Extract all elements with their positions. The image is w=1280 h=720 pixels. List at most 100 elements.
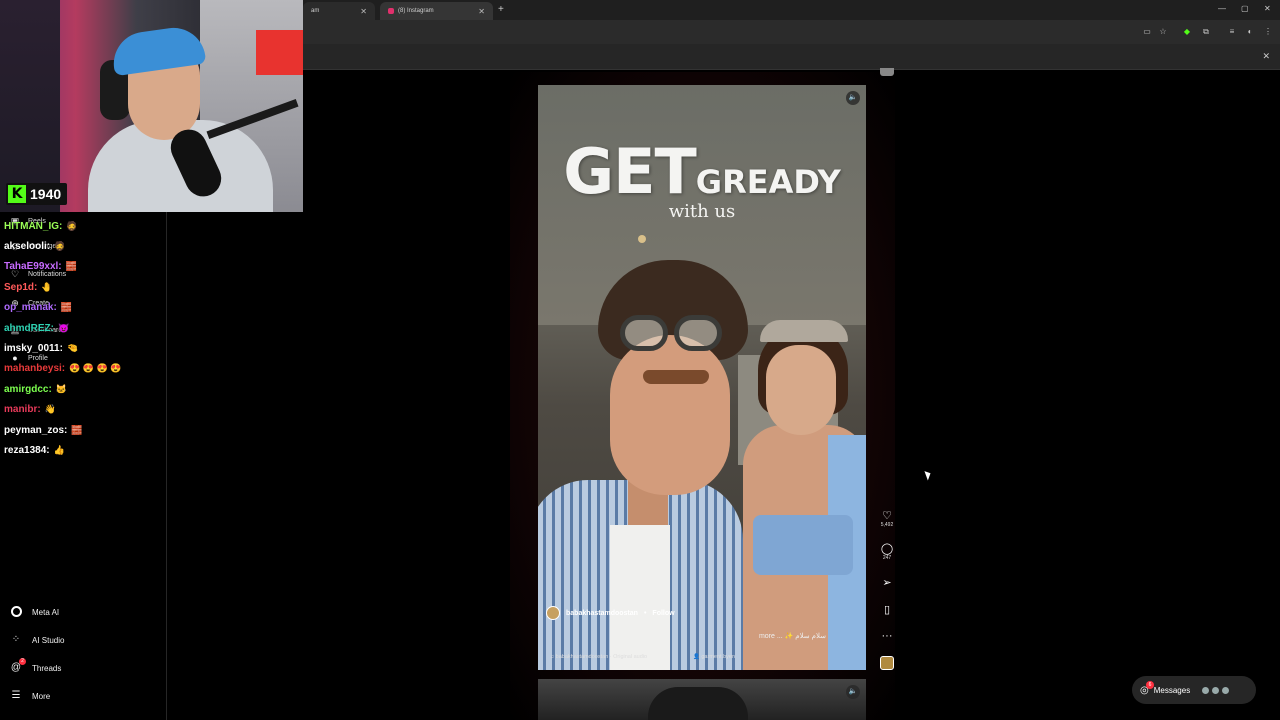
chat-emotes: 🐱 bbox=[55, 383, 68, 394]
messages-label: Messages bbox=[1153, 685, 1191, 695]
chat-message: amirgdcc: 🐱 bbox=[4, 379, 204, 399]
window-close-button[interactable]: ✕ bbox=[1264, 4, 1271, 13]
share-button[interactable]: ➢ bbox=[876, 577, 898, 589]
author-avatar[interactable] bbox=[546, 606, 560, 620]
chat-message: imsky_0011: 🤏 bbox=[4, 338, 204, 358]
reel-tagged-user[interactable]: 👤 garment.byen bbox=[693, 654, 735, 660]
reel-title-big: GET bbox=[563, 135, 697, 208]
mouse-cursor-icon bbox=[924, 469, 933, 481]
threads-icon: @2 bbox=[10, 658, 26, 674]
chat-emotes: 👋 bbox=[44, 404, 56, 415]
browser-menu-icon[interactable]: ⋮ bbox=[1263, 27, 1273, 37]
chat-message: peyman_zos: 🧱 bbox=[4, 420, 204, 440]
send-icon: ➢ bbox=[882, 577, 892, 589]
messages-pill[interactable]: ◎ 6 Messages bbox=[1132, 676, 1256, 704]
tab-label: (8) Instagram bbox=[398, 8, 434, 14]
reel-author: babakhastamdoostan • Follow bbox=[546, 606, 675, 620]
sidebar-item-more[interactable]: ☰ More bbox=[10, 690, 51, 702]
chat-username[interactable]: TahaE99xxl: bbox=[4, 261, 62, 272]
chat-emotes: 🧔 bbox=[66, 220, 78, 231]
browser-tab-instagram[interactable]: (8) Instagram ✕ bbox=[380, 2, 493, 20]
chat-message: mahanbeysi: 😍 😍 😍 😍 bbox=[4, 359, 204, 379]
like-button[interactable]: ♡ 5,492 bbox=[876, 510, 898, 528]
sidebar-item-ai-studio[interactable]: ⁘ AI Studio bbox=[10, 634, 65, 646]
stream-chat: HITMAN_IG: 🧔 akselooli: 🧔 TahaE99xxl: 🧱 Sep1d:… bbox=[4, 216, 204, 461]
reel-overlay-subtitle: with us bbox=[668, 201, 736, 222]
save-button[interactable]: ▯ bbox=[876, 604, 898, 616]
chat-message: TahaE99xxl: 🧱 bbox=[4, 257, 204, 277]
new-tab-button[interactable]: + bbox=[498, 4, 504, 15]
recent-contacts-avatars bbox=[1201, 685, 1231, 695]
profile-avatar-icon[interactable]: ◐ bbox=[1245, 27, 1255, 37]
chat-username[interactable]: Sep1d: bbox=[4, 282, 37, 293]
chat-username[interactable]: akselooli: bbox=[4, 241, 50, 252]
sidebar-item-label: AI Studio bbox=[32, 635, 65, 645]
chat-emotes: 🤚 bbox=[41, 281, 53, 292]
chat-emotes: 🧱 bbox=[60, 302, 73, 313]
author-username[interactable]: babakhastamdoostan bbox=[566, 610, 638, 617]
ai-studio-icon: ⁘ bbox=[11, 634, 21, 645]
tab-label: am bbox=[311, 8, 320, 14]
heart-icon: ♡ bbox=[882, 510, 892, 522]
chat-username[interactable]: mahanbeysi: bbox=[4, 363, 65, 374]
sidebar-item-threads[interactable]: @2 Threads bbox=[10, 658, 62, 674]
chat-message: op_manak: 🧱 bbox=[4, 298, 204, 318]
chat-message: reza1384: 👍 bbox=[4, 440, 204, 460]
chat-emotes: 👍 bbox=[53, 444, 65, 455]
chat-message: akselooli: 🧔 bbox=[4, 236, 204, 256]
follow-button[interactable]: Follow bbox=[652, 610, 674, 617]
instagram-favicon-icon bbox=[388, 8, 394, 14]
like-count: 5,492 bbox=[880, 522, 894, 528]
messages-badge: 6 bbox=[1146, 680, 1154, 689]
mute-icon[interactable]: 🔈 bbox=[846, 685, 860, 699]
chat-emotes: 🧱 bbox=[71, 424, 83, 435]
reel-audio[interactable]: ♫ babakhastamdoostan · Original audio bbox=[550, 654, 647, 660]
sidebar-item-label: Meta AI bbox=[32, 607, 60, 617]
ellipsis-icon: ··· bbox=[881, 630, 893, 642]
bookmark-star-icon[interactable]: ☆ bbox=[1158, 27, 1168, 37]
bookmark-icon: ▯ bbox=[883, 604, 891, 616]
streamer-webcam: K 1940 bbox=[0, 0, 303, 212]
messenger-icon: ◎ 6 bbox=[1140, 680, 1154, 696]
chat-emotes: 😈 bbox=[58, 322, 70, 333]
maximize-button[interactable]: ▢ bbox=[1241, 4, 1249, 13]
next-reel-preview[interactable]: 🔈 bbox=[538, 679, 866, 720]
chat-emotes: 🧱 bbox=[65, 261, 77, 272]
extension-icon[interactable]: ◆ bbox=[1182, 27, 1192, 37]
chat-username[interactable]: op_manak: bbox=[4, 302, 57, 313]
menu-icon: ☰ bbox=[11, 690, 21, 701]
sidebar-item-label: Threads bbox=[32, 663, 62, 673]
previous-reel-avatar bbox=[880, 68, 894, 76]
extensions-puzzle-icon[interactable]: ⧉ bbox=[1201, 27, 1211, 37]
reel-video[interactable]: GETGREADY with us 🔈 babakhastamdoostan •… bbox=[538, 85, 866, 670]
sidebar-item-meta-ai[interactable]: Meta AI bbox=[10, 606, 59, 618]
more-options-button[interactable]: ··· bbox=[876, 630, 898, 642]
chat-username[interactable]: peyman_zos: bbox=[4, 425, 67, 436]
tab-close-icon[interactable]: ✕ bbox=[360, 7, 367, 16]
info-bar-close-icon[interactable]: ✕ bbox=[1262, 51, 1270, 62]
chat-username[interactable]: reza1384: bbox=[4, 445, 50, 456]
chat-message: HITMAN_IG: 🧔 bbox=[4, 216, 204, 236]
tab-close-icon[interactable]: ✕ bbox=[478, 7, 485, 16]
cast-icon[interactable]: ▭ bbox=[1142, 27, 1152, 37]
reel-overlay-title: GETGREADY bbox=[538, 135, 866, 208]
comment-icon: ◯ bbox=[880, 543, 894, 555]
browser-tab[interactable]: am ✕ bbox=[303, 2, 375, 20]
minimize-button[interactable]: — bbox=[1218, 4, 1226, 13]
chat-username[interactable]: ahmdREZ: bbox=[4, 323, 54, 334]
mute-icon[interactable]: 🔈 bbox=[846, 91, 860, 105]
chat-username[interactable]: manibr: bbox=[4, 404, 41, 415]
chat-username[interactable]: HITMAN_IG: bbox=[4, 221, 62, 232]
reel-caption[interactable]: more ... ✨ سلام سلام bbox=[759, 632, 826, 640]
viewer-count: 1940 bbox=[30, 186, 62, 202]
chat-username[interactable]: imsky_0011: bbox=[4, 343, 63, 354]
chat-emotes: 🤏 bbox=[66, 343, 79, 354]
downloads-icon[interactable]: ≡ bbox=[1227, 27, 1237, 37]
threads-badge: 2 bbox=[19, 658, 26, 665]
audio-cover-thumbnail[interactable] bbox=[880, 656, 894, 670]
comment-count: 247 bbox=[882, 555, 892, 561]
chat-username[interactable]: amirgdcc: bbox=[4, 384, 52, 395]
chat-message: ahmdREZ: 😈 bbox=[4, 318, 204, 338]
comment-button[interactable]: ◯ 247 bbox=[876, 543, 898, 561]
chat-emotes: 🧔 bbox=[54, 241, 66, 252]
